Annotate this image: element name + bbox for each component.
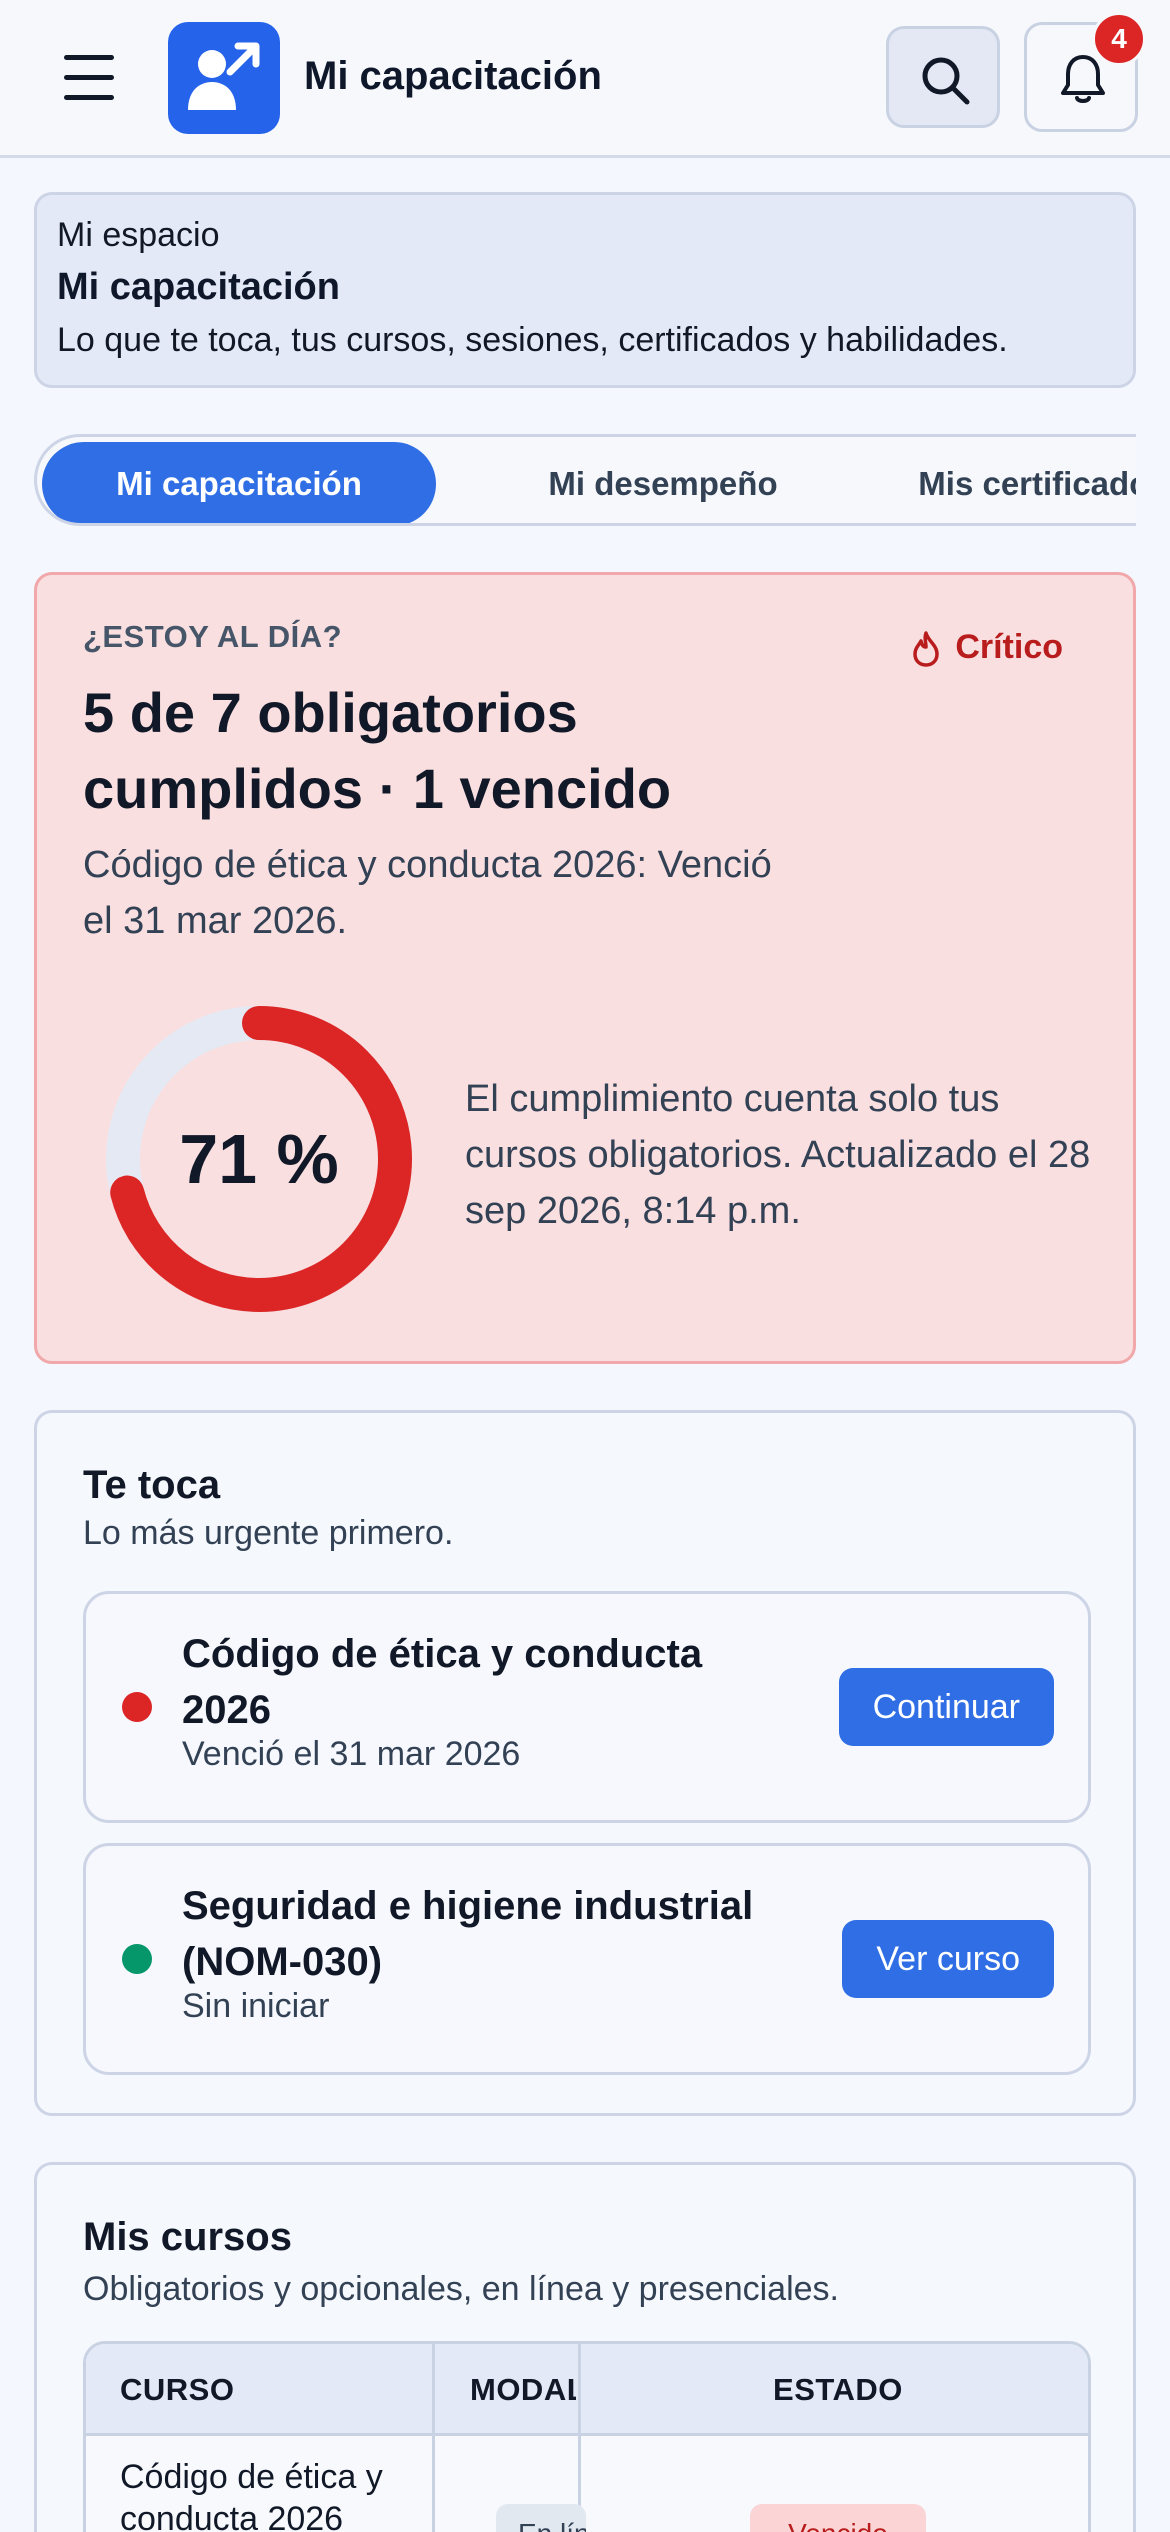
app-title: Mi capacitación xyxy=(304,54,602,98)
column-header-estado[interactable]: ESTADO xyxy=(582,2344,1088,2436)
menu-button[interactable] xyxy=(60,55,118,101)
intro-title: Mi capacitación xyxy=(57,266,340,308)
tab-mi-desempeno[interactable]: Mi desempeño xyxy=(473,442,853,523)
column-header-modalidad[interactable]: MODALIDAD xyxy=(470,2344,576,2436)
todo-item-meta: Sin iniciar xyxy=(182,1987,330,2025)
tab-mi-capacitacion[interactable]: Mi capacitación xyxy=(42,442,436,523)
todo-item-name: Código de ética y conducta 2026 xyxy=(182,1632,703,1732)
intro-kicker: Mi espacio xyxy=(57,216,220,254)
continue-button[interactable]: Continuar xyxy=(838,1668,1054,1746)
search-button[interactable] xyxy=(886,26,1000,128)
status-dot xyxy=(122,1692,152,1722)
column-divider xyxy=(432,2344,435,2532)
app-logo xyxy=(168,22,280,134)
todo-item: Seguridad e higiene industrial (NOM-030)… xyxy=(83,1843,1091,2075)
modality-pill: En línea xyxy=(496,2504,586,2532)
courses-card: Mis cursos Obligatorios y opcionales, en… xyxy=(34,2162,1136,2532)
courses-table[interactable]: CURSO MODALIDAD ESTADO Código de ética y… xyxy=(83,2341,1091,2532)
intro-description: Lo que te toca, tus cursos, sesiones, ce… xyxy=(57,321,1008,359)
bell-icon xyxy=(1061,55,1105,103)
view-course-button[interactable]: Ver curso xyxy=(842,1920,1054,1998)
status-kicker: ¿ESTOY AL DÍA? xyxy=(83,619,343,654)
compliance-percent: 71 % xyxy=(179,1120,339,1198)
compliance-status-card: ¿ESTOY AL DÍA? Crítico 5 de 7 obligatori… xyxy=(34,572,1136,1364)
status-level: Crítico xyxy=(911,619,1063,675)
todo-title: Te toca xyxy=(83,1463,221,1507)
flame-icon xyxy=(913,631,940,667)
status-pill: Vencido xyxy=(750,2504,926,2532)
todo-item-name: Seguridad e higiene industrial (NOM-030) xyxy=(182,1884,754,1984)
todo-card: Te toca Lo más urgente primero. Código d… xyxy=(34,1410,1136,2116)
todo-subtitle: Lo más urgente primero. xyxy=(83,1514,454,1552)
column-header-curso[interactable]: CURSO xyxy=(120,2344,420,2436)
todo-item: Código de ética y conducta 2026 Venció e… xyxy=(83,1591,1091,1823)
courses-subtitle: Obligatorios y opcionales, en línea y pr… xyxy=(83,2270,839,2308)
app-header: Mi capacitación 4 xyxy=(0,0,1170,158)
status-detail: Código de ética y conducta 2026: Venció … xyxy=(83,844,772,942)
tab-mis-certificados[interactable]: Mis certificados xyxy=(873,442,1136,523)
status-dot xyxy=(122,1944,152,1974)
user-growth-icon xyxy=(188,42,260,110)
status-note: El cumplimiento cuenta solo tus cursos o… xyxy=(465,1078,1091,1232)
status-level-label: Crítico xyxy=(955,628,1063,666)
intro-panel: Mi espacio Mi capacitación Lo que te toc… xyxy=(34,192,1136,388)
column-divider xyxy=(578,2344,581,2532)
table-header: CURSO MODALIDAD ESTADO xyxy=(86,2344,1088,2436)
course-name-cell: Código de ética y conducta 2026 xyxy=(120,2458,383,2532)
status-headline: 5 de 7 obligatorios cumplidos · 1 vencid… xyxy=(83,681,672,820)
todo-item-meta: Venció el 31 mar 2026 xyxy=(182,1735,521,1773)
section-tabs: Mi capacitación Mi desempeño Mis certifi… xyxy=(34,434,1136,526)
courses-title: Mis cursos xyxy=(83,2215,292,2259)
search-icon xyxy=(922,57,970,105)
notification-badge: 4 xyxy=(1092,12,1146,66)
